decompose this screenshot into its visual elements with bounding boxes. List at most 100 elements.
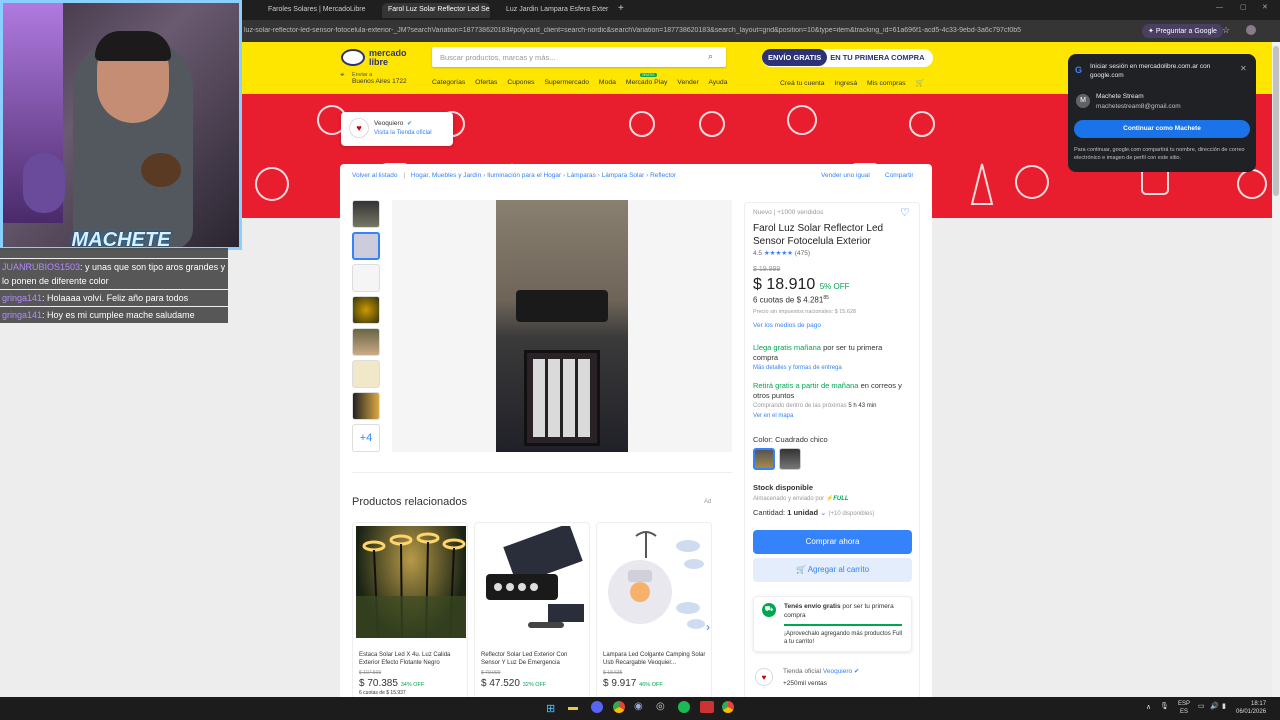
- gallery-thumb-3[interactable]: [352, 264, 380, 292]
- video-frame: [496, 200, 628, 452]
- search-input[interactable]: Buscar productos, marcas y más...: [440, 53, 555, 62]
- related-price-row-1: $ 70.385 34% OFF: [359, 678, 424, 689]
- tab-farol-active[interactable]: Farol Luz Solar Reflector Led Se: [382, 3, 490, 18]
- discord-icon[interactable]: [591, 701, 603, 713]
- close-icon[interactable]: ✕: [1240, 64, 1247, 73]
- sell-same-link[interactable]: Vender uno igual: [821, 172, 870, 179]
- search-icon[interactable]: ⌕: [708, 51, 713, 62]
- payment-methods-link[interactable]: Ver los medios de pago: [753, 322, 821, 329]
- battery-icon[interactable]: ▮: [1222, 702, 1226, 710]
- network-icon[interactable]: ▭: [1198, 702, 1205, 710]
- breadcrumb-hogar[interactable]: Hogar, Muebles y Jardín: [411, 172, 481, 179]
- minimize-icon[interactable]: —: [1216, 4, 1223, 11]
- related-card-3[interactable]: Lampara Led Colgante Camping Solar Usb R…: [596, 522, 712, 700]
- windows-taskbar: ⊞ ▬ ◉ ◎ ∧ 🎙 ESP ES ▭ 🔊 ▮ 18:17 06/01/2026: [0, 697, 1280, 720]
- close-window-icon[interactable]: ✕: [1262, 3, 1268, 11]
- gallery-thumb-4[interactable]: [352, 296, 380, 324]
- truck-icon: ⛟: [762, 603, 776, 617]
- main-product-image[interactable]: [392, 200, 732, 452]
- nav-moda[interactable]: Moda: [599, 79, 616, 86]
- gallery-thumb-7[interactable]: [352, 392, 380, 420]
- microphone-icon[interactable]: 🎙: [1160, 702, 1169, 710]
- promo-banner[interactable]: ENVÍO GRATIS EN TU PRIMERA COMPRA: [762, 49, 933, 67]
- continue-as-button[interactable]: Continuar como Machete: [1074, 120, 1250, 138]
- scrollbar-thumb[interactable]: [1273, 46, 1279, 196]
- color-option-cuadrado-chico[interactable]: [753, 448, 775, 470]
- store-link[interactable]: Visita la Tienda oficial: [374, 130, 432, 136]
- chat-user: gringa141: [2, 293, 43, 303]
- chrome-icon[interactable]: [613, 701, 625, 713]
- app-icon[interactable]: [700, 701, 714, 713]
- sparkle-icon: ✦: [1148, 28, 1156, 35]
- gallery-thumb-6[interactable]: [352, 360, 380, 388]
- breadcrumb-reflector[interactable]: Reflector: [650, 172, 676, 179]
- gallery-more-button[interactable]: +4: [352, 424, 380, 452]
- streamer-hair: [95, 31, 171, 61]
- profile-avatar[interactable]: [1246, 25, 1256, 35]
- rating-row[interactable]: 4.5 ★★★★★ (475): [753, 249, 810, 257]
- favorite-heart-icon[interactable]: ♡: [900, 206, 910, 219]
- spotify-icon[interactable]: [678, 701, 690, 713]
- store-badge[interactable]: ♥ Veoquiero ✔ Visita la Tienda oficial: [341, 112, 453, 146]
- cart-icon[interactable]: 🛒: [915, 80, 923, 87]
- obs-icon[interactable]: ◎: [656, 701, 665, 712]
- page-scrollbar[interactable]: [1272, 42, 1280, 697]
- new-tab-button[interactable]: +: [618, 3, 624, 14]
- volume-icon[interactable]: 🔊: [1210, 702, 1219, 710]
- tray-chevron-icon[interactable]: ∧: [1146, 703, 1151, 711]
- nav-cupones[interactable]: Cupones: [507, 79, 534, 86]
- url-input[interactable]: luz-solar-reflector-led-sensor-fotocelul…: [244, 27, 1044, 34]
- maximize-icon[interactable]: ▢: [1240, 3, 1247, 11]
- breadcrumb-iluminacion[interactable]: Iluminación para el Hogar: [487, 172, 561, 179]
- shipping-details-link[interactable]: Más detalles y formas de entrega: [753, 365, 842, 371]
- buy-now-button[interactable]: Comprar ahora: [753, 530, 912, 554]
- tab-faroles[interactable]: Faroles Solares | MercadoLibre: [262, 3, 374, 18]
- ask-google-button[interactable]: ✦ Preguntar a Google: [1142, 24, 1223, 38]
- sold-count: +1000 vendidos: [777, 209, 824, 216]
- handshake-icon: [341, 49, 365, 66]
- rating-stars-icon: ★★★★★: [763, 250, 793, 257]
- tab-luz-jardin[interactable]: Luz Jardin Lampara Esfera Exter: [500, 3, 610, 18]
- file-explorer-icon[interactable]: ▬: [568, 702, 578, 713]
- full-badge: ⚡FULL: [825, 496, 849, 502]
- nav-vender[interactable]: Vender: [677, 79, 699, 86]
- pickup-info: Retirá gratis a partir de mañana en corr…: [753, 381, 913, 401]
- carousel-next-icon[interactable]: ›: [706, 620, 710, 634]
- back-to-list-link[interactable]: Volver al listado: [352, 172, 398, 179]
- nav-categorias[interactable]: Categorías: [432, 79, 465, 86]
- mercadolibre-logo[interactable]: mercado libre: [341, 47, 411, 69]
- nav-mercado-play[interactable]: GRATIS Mercado Play: [626, 73, 667, 86]
- breadcrumb-lampara-solar[interactable]: Lámpara Solar: [602, 172, 645, 179]
- map-link[interactable]: Ver en el mapa: [753, 413, 793, 419]
- nav-ayuda[interactable]: Ayuda: [708, 79, 727, 86]
- create-account-link[interactable]: Creá tu cuenta: [780, 80, 825, 87]
- breadcrumb-lamparas[interactable]: Lámparas: [567, 172, 596, 179]
- search-box[interactable]: Buscar productos, marcas y más... ⌕: [432, 47, 726, 67]
- steam-icon[interactable]: ◉: [634, 701, 643, 712]
- bookmark-star-icon[interactable]: ☆: [1222, 25, 1230, 36]
- related-price-row-2: $ 47.520 32% OFF: [481, 678, 546, 689]
- gallery-thumb-2-video[interactable]: [352, 232, 380, 260]
- quantity-selector[interactable]: Cantidad: 1 unidad ⌄ (+10 disponibles): [753, 508, 874, 517]
- add-to-cart-button[interactable]: 🛒 Agregar al carrito: [753, 558, 912, 582]
- nav-supermercado[interactable]: Supermercado: [544, 79, 589, 86]
- clock[interactable]: 18:17 06/01/2026: [1236, 700, 1266, 716]
- related-card-2[interactable]: Reflector Solar Led Exterior Con Sensor …: [474, 522, 590, 700]
- stake-lights-icon: [356, 532, 466, 639]
- related-card-1[interactable]: Estaca Solar Led X 4u. Luz Calida Exteri…: [352, 522, 468, 700]
- official-store-name[interactable]: Veoquiero: [823, 668, 852, 675]
- language-indicator[interactable]: ESP ES: [1178, 700, 1190, 716]
- share-link[interactable]: Compartir: [885, 172, 914, 179]
- login-link[interactable]: Ingresá: [834, 80, 857, 87]
- google-account-row[interactable]: M Machete Stream machetestream8@gmail.co…: [1072, 90, 1252, 114]
- gallery-thumb-5[interactable]: [352, 328, 380, 356]
- chrome-icon-2[interactable]: [722, 701, 734, 713]
- nav-ofertas[interactable]: Ofertas: [475, 79, 497, 86]
- start-icon[interactable]: ⊞: [546, 702, 555, 715]
- date: 06/01/2026: [1236, 709, 1267, 715]
- official-store-row[interactable]: ♥ Tienda oficial Veoquiero ✔ +250mil ven…: [753, 664, 912, 692]
- tab-label: Luz Jardin Lampara Esfera Exter: [506, 6, 609, 13]
- color-option-2[interactable]: [779, 448, 801, 470]
- my-purchases-link[interactable]: Mis compras: [867, 80, 906, 87]
- gallery-thumb-1[interactable]: [352, 200, 380, 228]
